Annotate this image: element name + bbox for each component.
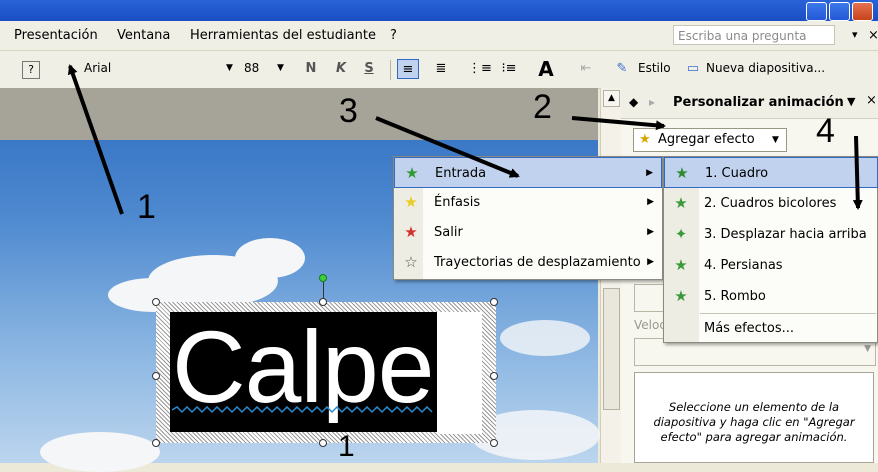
annotation-arrows [67, 64, 863, 215]
arrow-4 [852, 135, 863, 210]
annotation-number-2: 2 [533, 88, 552, 126]
annotation-number-1: 1 [137, 188, 156, 226]
arrow-1 [67, 64, 124, 215]
arrow-3 [375, 116, 520, 178]
arrow-2 [571, 116, 666, 131]
annotation-number-3: 3 [339, 92, 358, 130]
annotation-number-4: 4 [816, 112, 835, 150]
